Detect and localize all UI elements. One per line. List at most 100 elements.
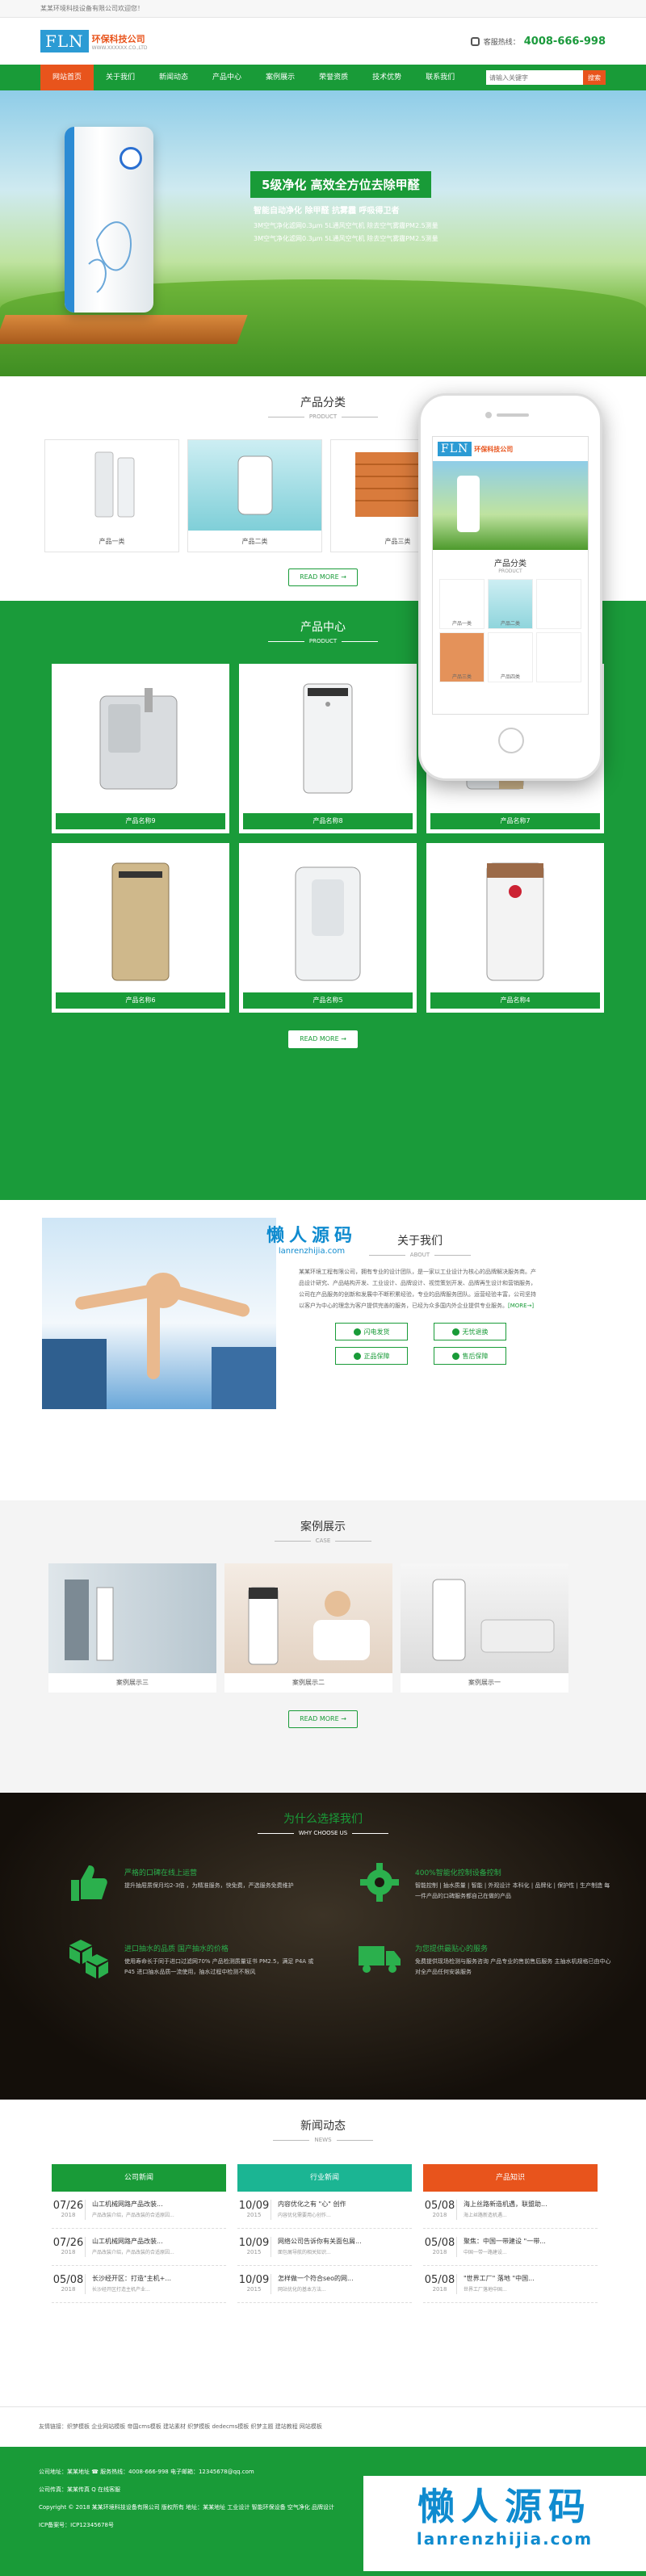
- news-column: 行业新闻 10/09 2015 内容优化之有 "心" 创作 内容优化需要用心创作... 1…: [237, 2164, 412, 2303]
- watermark-mid: 懒人源码 lanrenzhijia.com: [266, 1226, 358, 1256]
- products-more-button[interactable]: READ MORE →: [288, 1030, 358, 1048]
- case-image: [48, 1563, 216, 1673]
- nav-about[interactable]: 关于我们: [94, 65, 147, 90]
- product-card[interactable]: 产品名称6: [52, 843, 229, 1013]
- product-card[interactable]: 产品名称9: [52, 664, 229, 833]
- news-item[interactable]: 10/09 2015 怎样做一个符合seo的网... 网站优化的基本方法...: [237, 2266, 412, 2303]
- air-purifier-image: [65, 127, 153, 313]
- links-list[interactable]: 织梦模板 企业网站模板 帝国cms模板 建站素材 织梦模板 dedecms模板 …: [67, 2423, 322, 2430]
- search-button[interactable]: 搜索: [583, 70, 606, 85]
- phone-category-card: 产品一类: [439, 579, 484, 629]
- news-desc: 网站优化的基本方法...: [278, 2287, 326, 2293]
- about-text: 某某环境工程有限公司，拥有专业的设计团队，是一家以工业设计为核心的品牌解决服务商…: [299, 1269, 536, 1309]
- links-label: 友情链接：: [39, 2423, 67, 2430]
- news-title: 网络公司告诉你有关面包屑...: [278, 2238, 362, 2245]
- why-en: WHY CHOOSE US: [0, 1830, 646, 1836]
- category-image: [188, 440, 321, 531]
- news-date: 07/26 2018: [52, 2237, 86, 2257]
- news-column-head[interactable]: 产品知识: [423, 2164, 598, 2192]
- news-date: 05/08 2018: [52, 2274, 86, 2294]
- nav-tech[interactable]: 技术优势: [360, 65, 413, 90]
- why-section: 为什么选择我们 WHY CHOOSE US 严格的口碑在线上运营 提升抽屉质保月均…: [0, 1793, 646, 2100]
- check-icon: [353, 1328, 361, 1336]
- banner-deck: [0, 315, 248, 344]
- product-image: [430, 847, 600, 992]
- teamwork-image: [42, 1218, 276, 1409]
- case-card[interactable]: 案例展示一: [401, 1563, 568, 1693]
- feature-fast-shipping[interactable]: 闪电发货: [335, 1323, 408, 1340]
- phone-logo-mark: FLN: [438, 442, 472, 456]
- product-card[interactable]: 产品名称8: [239, 664, 417, 833]
- news-item[interactable]: 10/09 2015 网络公司告诉你有关面包屑... 面包屑导航的相关知识...: [237, 2229, 412, 2266]
- phone-banner: [433, 461, 588, 550]
- news-desc: 海上丝路新造机遇...: [464, 2213, 507, 2218]
- hotline-label: 客服热线：: [483, 38, 520, 47]
- nav-news[interactable]: 新闻动态: [147, 65, 200, 90]
- hero-banner[interactable]: 5级净化 高效全方位去除甲醛 智能自动净化 除甲醛 抗雾霾 呼吸得卫者 3M空气…: [0, 90, 646, 376]
- news-item[interactable]: 07/26 2018 山工机械网路产品改装... 产品改装介绍，产品改装的合适原因..…: [52, 2192, 226, 2229]
- cases-more-button[interactable]: READ MORE →: [288, 1710, 358, 1728]
- about-more-link[interactable]: [MORE→]: [508, 1303, 534, 1309]
- news-item[interactable]: 07/26 2018 山工机械网路产品改装... 产品改装介绍，产品改装的合适原因..…: [52, 2229, 226, 2266]
- category-card[interactable]: 产品一类: [44, 439, 179, 552]
- boxes-icon: [69, 1940, 108, 1978]
- news-column-head[interactable]: 行业新闻: [237, 2164, 412, 2192]
- why-item-title: 为您提供最贴心的服务: [415, 1945, 489, 1953]
- news-title: "世界工厂" 落地 "中国...: [464, 2275, 535, 2282]
- search-input[interactable]: [486, 70, 583, 85]
- phone-screen: FLN 环保科技公司 产品分类 PRODUCT 产品一类 产品二类 产品三类 产…: [432, 436, 589, 715]
- news-item[interactable]: 05/08 2018 海上丝路新造机遇，联盟助... 海上丝路新造机遇...: [423, 2192, 598, 2229]
- news-desc: 内容优化需要用心创作...: [278, 2213, 331, 2218]
- nav-contact[interactable]: 联系我们: [413, 65, 467, 90]
- news-item[interactable]: 05/08 2018 长沙经开区：打造"主机+... 长沙经开区打造主机产业...: [52, 2266, 226, 2303]
- news-item[interactable]: 05/08 2018 聚焦：中国一带建设 "一带... 中国一带一路建设...: [423, 2229, 598, 2266]
- case-card[interactable]: 案例展示三: [48, 1563, 216, 1693]
- news-date: 07/26 2018: [52, 2200, 86, 2220]
- why-item-desc: 提升抽屉质保月均2-3倍 ，为精准服务，快免费，严选服务免费维护: [124, 1882, 294, 1889]
- main-nav: 网站首页 关于我们 新闻动态 产品中心 案例展示 荣誉资质 技术优势 联系我们 …: [0, 65, 646, 90]
- phone-category-card: [536, 632, 581, 682]
- phone-section-title: 产品分类: [494, 560, 526, 568]
- phone-category-card: [536, 579, 581, 629]
- topbar: 某某环境科技设备有限公司欢迎您！: [0, 0, 646, 18]
- news-en: NEWS: [0, 2137, 646, 2143]
- nav-search: 搜索: [486, 70, 606, 85]
- news-desc: 中国一带一路建设...: [464, 2250, 507, 2255]
- news-desc: 长沙经开区打造主机产业...: [92, 2287, 150, 2293]
- news-column-head[interactable]: 公司新闻: [52, 2164, 226, 2192]
- feature-returns[interactable]: 无忧退换: [434, 1323, 506, 1340]
- product-name: 产品名称7: [430, 813, 600, 829]
- news-title: 怎样做一个符合seo的网...: [278, 2275, 354, 2282]
- nav-products[interactable]: 产品中心: [200, 65, 254, 90]
- feature-after-sales[interactable]: 售后保障: [434, 1347, 506, 1365]
- news-title: 长沙经开区：打造"主机+...: [92, 2275, 172, 2282]
- news-date: 10/09 2015: [237, 2274, 271, 2294]
- why-item-title: 400%智能化控制设备控制: [415, 1869, 501, 1877]
- product-name: 产品名称5: [243, 992, 413, 1009]
- footer: 公司地址：某某地址 ☎ 服务热线：4008-666-998 电子邮箱：12345…: [0, 2447, 646, 2576]
- hotline: 客服热线： 4008-666-998: [470, 36, 606, 48]
- why-item-desc: 使用寿命长于同于进口过滤网70% 产品检测质量证书 PM2.5，满足 P4A 或…: [124, 1958, 314, 1975]
- cases-en: CASE: [0, 1538, 646, 1544]
- news-title: 聚焦：中国一带建设 "一带...: [464, 2238, 546, 2245]
- category-card[interactable]: 产品二类: [187, 439, 322, 552]
- why-item: 严格的口碑在线上运营提升抽屉质保月均2-3倍 ，为精准服务，快免费，严选服务免费…: [65, 1861, 323, 1904]
- news-item[interactable]: 05/08 2018 "世界工厂" 落地 "中国... 世界工厂落地中国...: [423, 2266, 598, 2303]
- phone-category-card: 产品四类: [488, 632, 533, 682]
- logo-mark: FLN: [40, 30, 89, 52]
- product-card[interactable]: 产品名称5: [239, 843, 417, 1013]
- nav-home[interactable]: 网站首页: [40, 65, 94, 90]
- phone-icon: [470, 36, 480, 46]
- nav-honors[interactable]: 荣誉资质: [307, 65, 360, 90]
- case-name: 案例展示一: [468, 1679, 501, 1686]
- feature-genuine[interactable]: 正品保障: [335, 1347, 408, 1365]
- product-card[interactable]: 产品名称4: [426, 843, 604, 1013]
- why-item-title: 严格的口碑在线上运营: [124, 1869, 198, 1877]
- nav-cases[interactable]: 案例展示: [254, 65, 307, 90]
- logo[interactable]: FLN 环保科技公司 WWW.XXXXXX.CO.,LTD: [40, 30, 148, 52]
- news-item[interactable]: 10/09 2015 内容优化之有 "心" 创作 内容优化需要用心创作...: [237, 2192, 412, 2229]
- gear-icon: [360, 1863, 399, 1902]
- category-more-button[interactable]: READ MORE →: [288, 568, 358, 586]
- case-card[interactable]: 案例展示二: [224, 1563, 392, 1693]
- banner-title: 5级净化 高效全方位去除甲醛: [250, 171, 431, 198]
